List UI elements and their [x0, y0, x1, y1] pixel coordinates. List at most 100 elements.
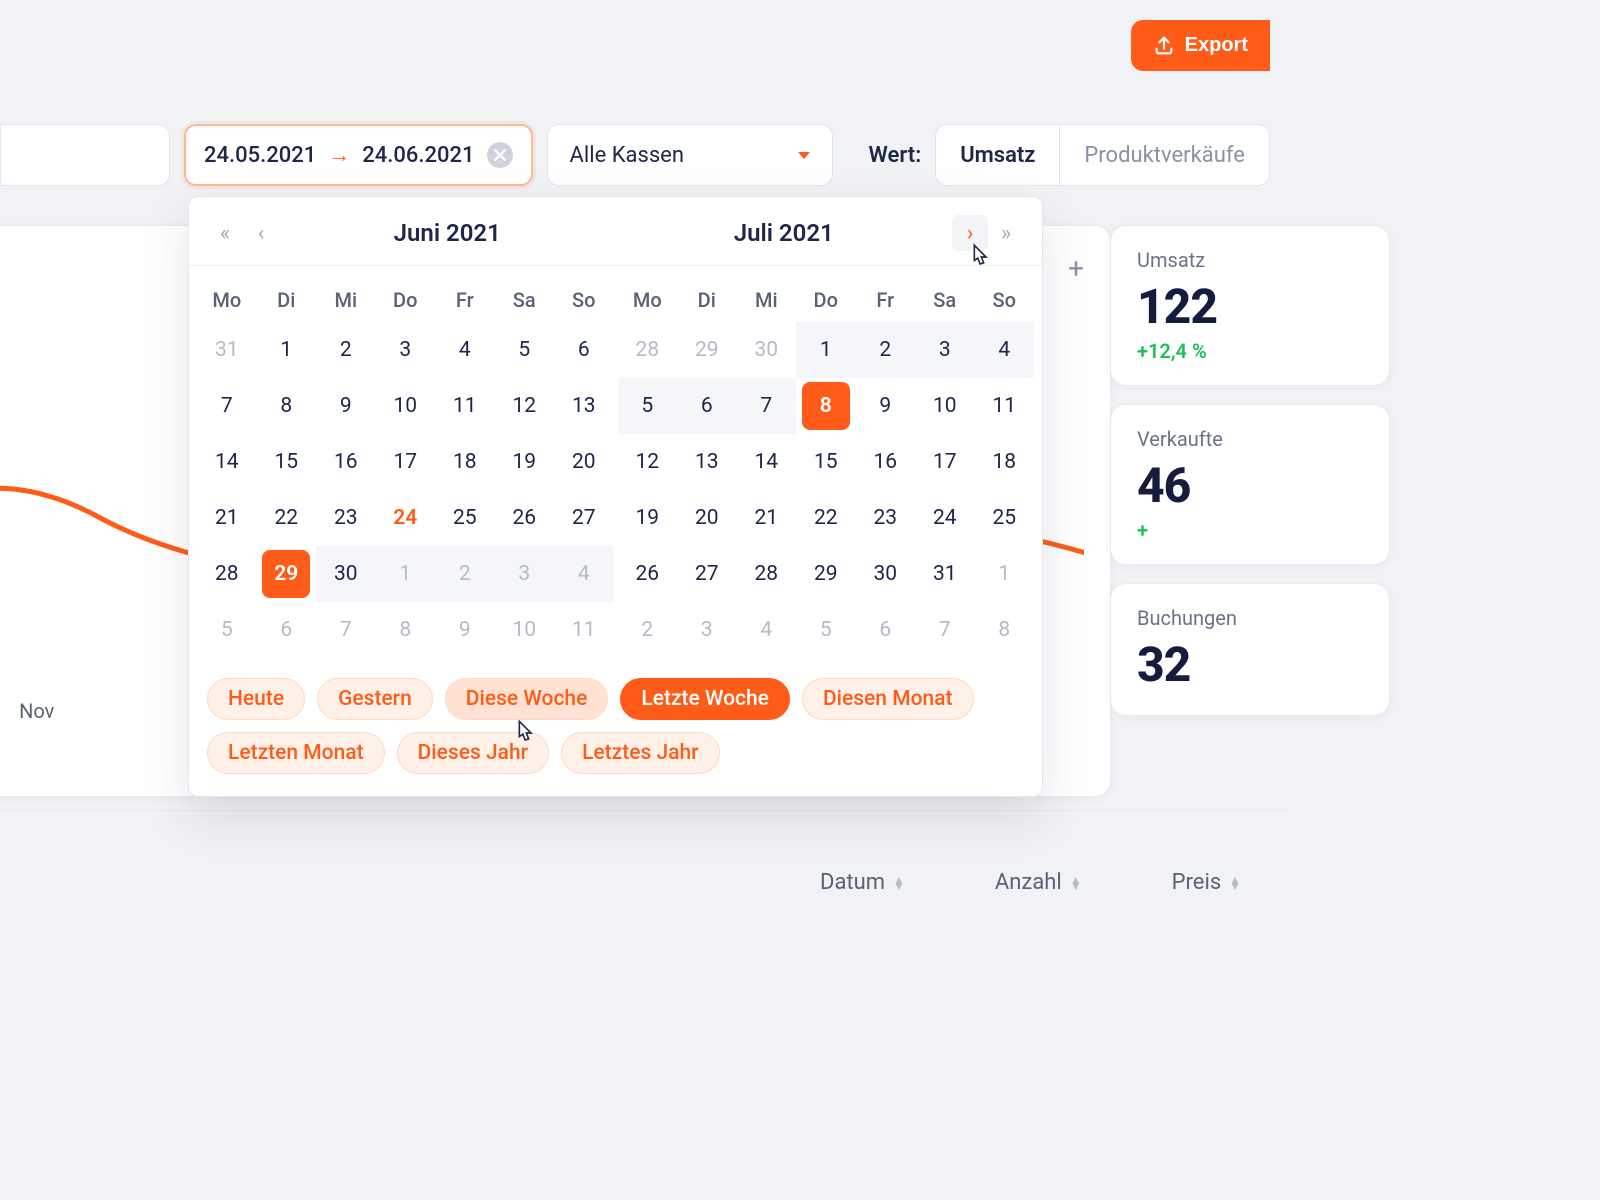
preset-heute[interactable]: Heute: [207, 678, 305, 720]
calendar-day[interactable]: 3: [915, 322, 975, 378]
calendar-day[interactable]: 29: [257, 546, 317, 602]
calendar-day[interactable]: 2: [316, 322, 376, 378]
calendar-day[interactable]: 26: [618, 546, 678, 602]
preset-letzten-monat[interactable]: Letzten Monat: [207, 732, 385, 774]
calendar-day[interactable]: 7: [737, 378, 797, 434]
calendar-day[interactable]: 9: [435, 602, 495, 658]
calendar-day[interactable]: 19: [495, 434, 555, 490]
prev-month-button[interactable]: ‹: [243, 215, 279, 251]
calendar-day[interactable]: 4: [975, 322, 1035, 378]
preset-diese-woche[interactable]: Diese Woche: [445, 678, 609, 720]
wert-tab-produktverkaeufe[interactable]: Produktverkäufe: [1060, 125, 1269, 185]
calendar-day[interactable]: 21: [197, 490, 257, 546]
calendar-day[interactable]: 23: [856, 490, 916, 546]
calendar-day[interactable]: 17: [376, 434, 436, 490]
add-chart-tab-button[interactable]: +: [1068, 252, 1084, 285]
calendar-day[interactable]: 15: [257, 434, 317, 490]
calendar-day[interactable]: 3: [677, 602, 737, 658]
calendar-day[interactable]: 11: [554, 602, 614, 658]
calendar-day[interactable]: 2: [618, 602, 678, 658]
filter-placeholder[interactable]: [0, 124, 170, 186]
export-button[interactable]: Export: [1131, 20, 1270, 71]
calendar-day[interactable]: 24: [376, 490, 436, 546]
table-col-preis[interactable]: Preis ▲▼: [1172, 870, 1241, 895]
calendar-day[interactable]: 1: [796, 322, 856, 378]
pos-select[interactable]: Alle Kassen: [547, 124, 833, 186]
calendar-day[interactable]: 1: [376, 546, 436, 602]
calendar-day[interactable]: 8: [796, 378, 856, 434]
calendar-day[interactable]: 6: [856, 602, 916, 658]
table-col-anzahl[interactable]: Anzahl ▲▼: [995, 870, 1082, 895]
calendar-day[interactable]: 20: [677, 490, 737, 546]
calendar-day[interactable]: 4: [554, 546, 614, 602]
calendar-day[interactable]: 8: [376, 602, 436, 658]
preset-diesen-monat[interactable]: Diesen Monat: [802, 678, 974, 720]
stat-card-buchungen[interactable]: Buchungen 32: [1110, 583, 1390, 716]
calendar-day[interactable]: 18: [975, 434, 1035, 490]
calendar-day[interactable]: 1: [257, 322, 317, 378]
calendar-day[interactable]: 22: [257, 490, 317, 546]
calendar-day[interactable]: 20: [554, 434, 614, 490]
calendar-day[interactable]: 4: [435, 322, 495, 378]
calendar-day[interactable]: 8: [975, 602, 1035, 658]
calendar-day[interactable]: 2: [435, 546, 495, 602]
calendar-day[interactable]: 14: [737, 434, 797, 490]
preset-letztes-jahr[interactable]: Letztes Jahr: [561, 732, 720, 774]
calendar-day[interactable]: 14: [197, 434, 257, 490]
calendar-day[interactable]: 24: [915, 490, 975, 546]
preset-dieses-jahr[interactable]: Dieses Jahr: [397, 732, 549, 774]
calendar-day[interactable]: 3: [495, 546, 555, 602]
calendar-day[interactable]: 22: [796, 490, 856, 546]
table-col-datum[interactable]: Datum ▲▼: [820, 870, 905, 895]
calendar-day[interactable]: 7: [197, 378, 257, 434]
clear-date-button[interactable]: [487, 142, 513, 168]
calendar-day[interactable]: 12: [495, 378, 555, 434]
calendar-day[interactable]: 28: [197, 546, 257, 602]
calendar-day[interactable]: 1: [975, 546, 1035, 602]
calendar-day[interactable]: 6: [554, 322, 614, 378]
calendar-day[interactable]: 4: [737, 602, 797, 658]
calendar-day[interactable]: 10: [915, 378, 975, 434]
stat-card-umsatz[interactable]: Umsatz 122 +12,4 %: [1110, 225, 1390, 386]
calendar-day[interactable]: 15: [796, 434, 856, 490]
calendar-day[interactable]: 10: [495, 602, 555, 658]
calendar-day[interactable]: 8: [257, 378, 317, 434]
calendar-day[interactable]: 21: [737, 490, 797, 546]
calendar-day[interactable]: 3: [376, 322, 436, 378]
prev-year-button[interactable]: «: [207, 215, 243, 251]
calendar-day[interactable]: 19: [618, 490, 678, 546]
calendar-day[interactable]: 7: [316, 602, 376, 658]
calendar-day[interactable]: 29: [796, 546, 856, 602]
calendar-day[interactable]: 31: [915, 546, 975, 602]
calendar-day[interactable]: 9: [316, 378, 376, 434]
calendar-day[interactable]: 5: [495, 322, 555, 378]
calendar-day[interactable]: 16: [316, 434, 376, 490]
calendar-day[interactable]: 27: [554, 490, 614, 546]
calendar-day[interactable]: 5: [197, 602, 257, 658]
date-range-input[interactable]: 24.05.2021 → 24.06.2021: [184, 124, 533, 186]
calendar-day[interactable]: 26: [495, 490, 555, 546]
calendar-day[interactable]: 12: [618, 434, 678, 490]
calendar-day[interactable]: 25: [975, 490, 1035, 546]
calendar-day[interactable]: 30: [856, 546, 916, 602]
calendar-day[interactable]: 30: [737, 322, 797, 378]
calendar-day[interactable]: 10: [376, 378, 436, 434]
calendar-day[interactable]: 11: [435, 378, 495, 434]
calendar-day[interactable]: 7: [915, 602, 975, 658]
stat-card-verkaufte[interactable]: Verkaufte 46 +: [1110, 404, 1390, 565]
calendar-day[interactable]: 27: [677, 546, 737, 602]
next-month-button[interactable]: ›: [952, 215, 988, 251]
calendar-day[interactable]: 28: [737, 546, 797, 602]
calendar-day[interactable]: 13: [677, 434, 737, 490]
calendar-day[interactable]: 5: [618, 378, 678, 434]
calendar-day[interactable]: 23: [316, 490, 376, 546]
calendar-day[interactable]: 16: [856, 434, 916, 490]
calendar-day[interactable]: 18: [435, 434, 495, 490]
next-year-button[interactable]: »: [988, 215, 1024, 251]
calendar-day[interactable]: 5: [796, 602, 856, 658]
calendar-day[interactable]: 2: [856, 322, 916, 378]
calendar-day[interactable]: 30: [316, 546, 376, 602]
calendar-day[interactable]: 28: [618, 322, 678, 378]
wert-tab-umsatz[interactable]: Umsatz: [936, 125, 1060, 185]
calendar-day[interactable]: 13: [554, 378, 614, 434]
